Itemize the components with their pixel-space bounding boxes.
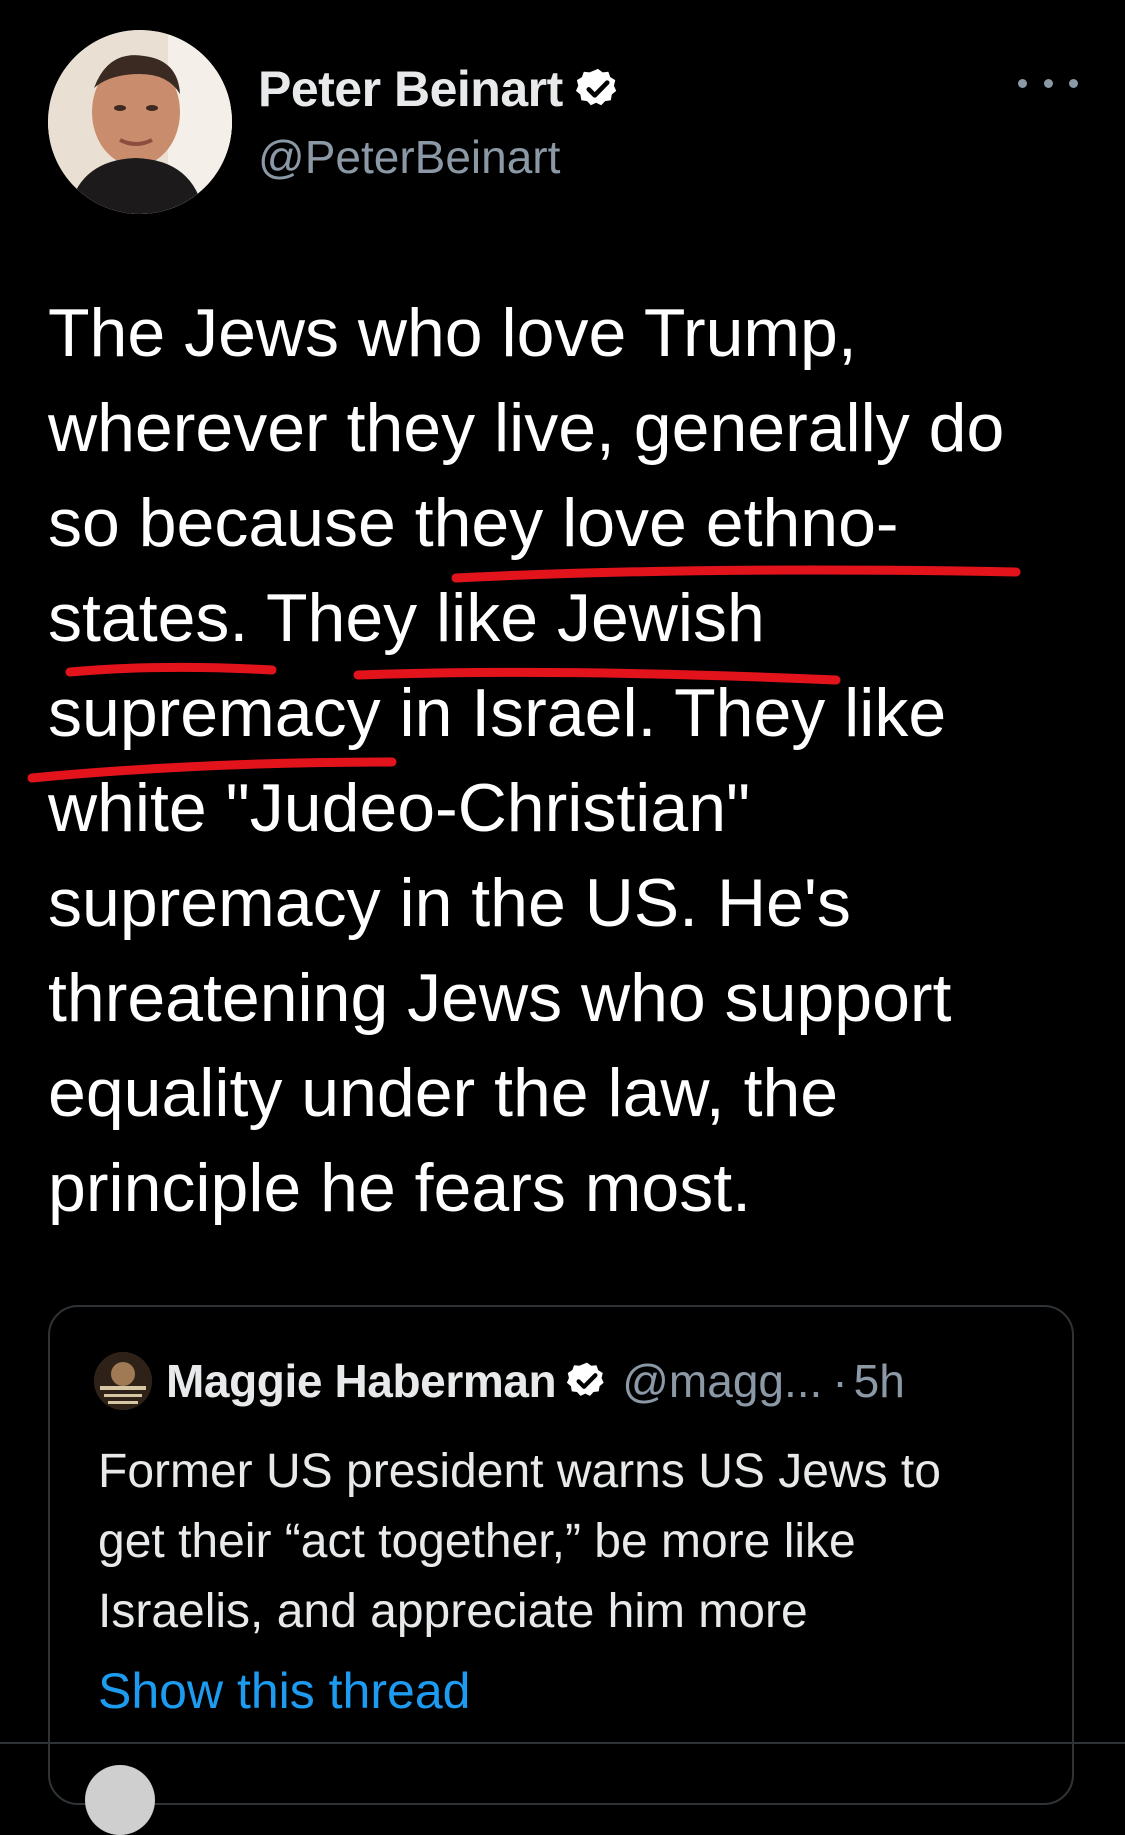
tweet-text-line: so because they love ethno- <box>48 485 899 561</box>
quoted-text-line: get their “act together,” be more like <box>98 1515 856 1568</box>
quoted-tweet-card[interactable]: Maggie Haberman @magg... · 5h Former US … <box>48 1305 1074 1805</box>
avatar-photo <box>48 30 232 214</box>
tweet-text-line: threatening Jews who support <box>48 960 952 1036</box>
tweet-text-line: white "Judeo-Christian" <box>48 770 751 846</box>
next-tweet-avatar[interactable] <box>85 1765 155 1835</box>
tweet-text-line: equality under the law, the <box>48 1055 839 1131</box>
quoted-author-avatar[interactable] <box>94 1352 152 1410</box>
quoted-tweet-header: Maggie Haberman @magg... · 5h <box>94 1352 905 1410</box>
divider <box>0 1742 1125 1744</box>
tweet-text-line: states. They like Jewish <box>48 580 765 656</box>
show-thread-link[interactable]: Show this thread <box>98 1662 470 1720</box>
author-display-name[interactable]: Peter Beinart <box>258 60 563 118</box>
author-handle[interactable]: @PeterBeinart <box>258 130 560 184</box>
tweet-text: The Jews who love Trump, wherever they l… <box>48 286 1088 1236</box>
quoted-tweet-timestamp[interactable]: 5h <box>854 1354 905 1408</box>
tweet-text-line: supremacy in the US. He's <box>48 865 851 941</box>
verified-badge-icon <box>566 1360 608 1402</box>
tweet-text-line: wherever they live, generally do <box>48 390 1005 466</box>
quoted-text-line: Israelis, and appreciate him more <box>98 1585 808 1638</box>
more-horizontal-icon[interactable] <box>1018 68 1078 98</box>
author-name-row: Peter Beinart <box>258 60 621 118</box>
quoted-tweet-text: Former US president warns US Jews to get… <box>98 1437 1038 1647</box>
quoted-author-handle[interactable]: @magg... <box>622 1354 822 1408</box>
separator-dot: · <box>832 1355 848 1407</box>
author-avatar[interactable] <box>48 30 232 214</box>
tweet-header: Peter Beinart @PeterBeinart <box>48 30 1078 214</box>
quoted-text-line: Former US president warns US Jews to <box>98 1445 941 1498</box>
verified-badge-icon <box>575 66 621 112</box>
tweet-text-line: The Jews who love Trump, <box>48 295 857 371</box>
tweet-text-line: principle he fears most. <box>48 1150 751 1226</box>
book-cover-avatar <box>94 1352 152 1410</box>
quoted-author-display-name[interactable]: Maggie Haberman <box>166 1354 557 1408</box>
tweet-text-line: supremacy in Israel. They like <box>48 675 947 751</box>
